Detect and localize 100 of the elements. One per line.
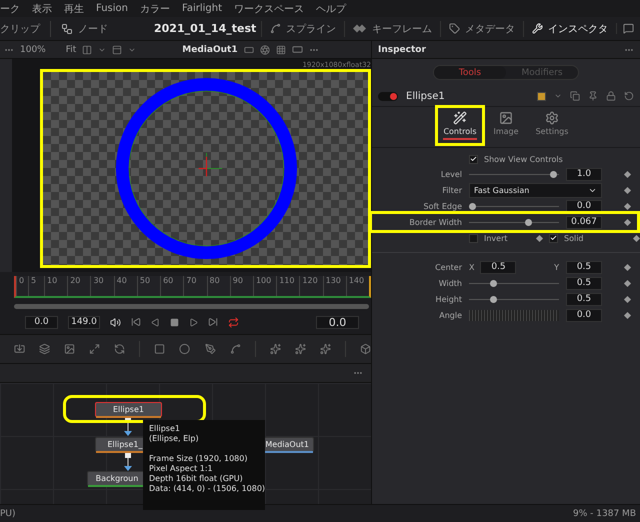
check-icon xyxy=(550,234,557,242)
value-field[interactable]: 0.5 xyxy=(566,292,602,306)
menu-item[interactable]: Fusion xyxy=(96,3,128,14)
reset-icon xyxy=(624,91,634,101)
menu-item[interactable]: Fairlight xyxy=(182,3,222,14)
menu-item[interactable]: カラー xyxy=(140,2,170,16)
node-graph-icon xyxy=(61,22,73,34)
tick-label: 20 xyxy=(67,276,90,296)
menu-item[interactable]: 再生 xyxy=(64,2,84,16)
fit-dropdown[interactable]: Fit xyxy=(66,44,76,54)
import-icon xyxy=(14,343,26,355)
tool-toggle[interactable] xyxy=(378,92,398,100)
memory-usage: 9% - 1387 MB xyxy=(573,508,636,518)
settings-icon xyxy=(545,111,559,125)
tick-label: 70 xyxy=(183,276,207,296)
rectangle-icon xyxy=(292,44,303,55)
inspector-tab[interactable]: Tools xyxy=(434,66,506,79)
wand-icon xyxy=(453,111,467,125)
tick-label: 80 xyxy=(206,276,230,296)
scrollbar[interactable] xyxy=(14,304,369,308)
filter-dropdown[interactable]: Fast Gaussian xyxy=(469,182,602,198)
split-view-icon xyxy=(82,44,92,54)
chevron-down-icon xyxy=(554,92,562,100)
layers-icon xyxy=(39,343,50,355)
panel-button[interactable]: スプライン xyxy=(261,20,344,36)
skip-back-icon xyxy=(131,317,141,327)
menu-item[interactable]: ワークスペース xyxy=(234,2,304,16)
parameter-label: Width xyxy=(438,278,462,288)
tick-label: 60 xyxy=(160,276,184,296)
play-icon xyxy=(189,318,198,326)
tick-label: 40 xyxy=(114,276,137,296)
image-icon xyxy=(64,343,76,355)
clip-tab[interactable]: クリップ xyxy=(0,22,40,36)
color-swatch[interactable] xyxy=(537,92,546,100)
tick-label: 90 xyxy=(230,276,253,296)
panel-button[interactable]: メタデータ xyxy=(440,20,523,36)
node-tab[interactable]: ノード xyxy=(78,22,108,36)
tooltip-line: Data: (414, 0) - (1506, 1080) xyxy=(149,484,266,493)
panel-icon xyxy=(112,44,122,54)
menu-item[interactable]: ヘルプ xyxy=(316,2,346,16)
start-field[interactable]: 0.0 xyxy=(25,316,58,328)
parameter-label: Center xyxy=(434,262,462,272)
keyframe-icon[interactable] xyxy=(535,234,543,242)
value-field[interactable]: 1.0 xyxy=(566,168,602,180)
value-field[interactable]: 0.5 xyxy=(566,260,602,274)
slider-thumb[interactable] xyxy=(524,218,532,226)
tick-label: 0 xyxy=(16,276,28,296)
loop-icon xyxy=(228,316,239,328)
sparkles-icon xyxy=(270,343,281,355)
menu-item[interactable]: 表示 xyxy=(32,2,52,16)
tick-label: 100 xyxy=(252,276,276,296)
copy-icon xyxy=(570,91,580,101)
panel-title: Inspector xyxy=(378,44,426,54)
parameter-label: Height xyxy=(434,294,462,304)
checkbox[interactable] xyxy=(549,234,558,242)
end-field[interactable]: 149.0 xyxy=(68,316,100,328)
section-tab[interactable]: Controls xyxy=(439,109,481,142)
slider-thumb[interactable] xyxy=(490,280,497,286)
resize-icon xyxy=(89,343,100,355)
section-tab[interactable]: Image xyxy=(485,109,527,142)
play-reverse-icon xyxy=(151,318,160,326)
section-tab[interactable]: Settings xyxy=(531,109,573,142)
value-field[interactable]: 0.5 xyxy=(566,276,602,290)
rectangle-icon xyxy=(244,44,254,54)
value-field[interactable]: 0.067 xyxy=(566,216,602,228)
slider-thumb[interactable] xyxy=(469,202,476,210)
diamonds-icon xyxy=(353,24,367,33)
volume-icon xyxy=(110,316,121,328)
skip-forward-icon xyxy=(208,317,218,327)
timeline-ruler[interactable]: 0 5 10 20 30 40 50 60 70 80 90 100 110 120 130 140 xyxy=(14,276,371,298)
current-frame-field[interactable]: 0.0 xyxy=(316,316,359,328)
slider-thumb[interactable] xyxy=(550,170,556,178)
checkbox-label: Invert xyxy=(484,234,508,242)
checkbox[interactable] xyxy=(469,154,478,164)
pen-icon xyxy=(204,343,216,355)
tick-label: 140 xyxy=(346,276,370,296)
panel-button[interactable]: キーフレーム xyxy=(344,20,440,36)
tooltip-line: Depth 16bit float (GPU) xyxy=(149,474,243,483)
viewer-node-name: MediaOut1 xyxy=(182,44,238,54)
zoom-dropdown[interactable]: 100% xyxy=(20,44,46,54)
spline-icon xyxy=(270,23,281,34)
value-field[interactable]: 0.5 xyxy=(480,260,516,274)
tick-label: 50 xyxy=(136,276,160,296)
checkbox[interactable] xyxy=(469,234,478,242)
node[interactable]: Ellipse1 xyxy=(95,402,162,417)
sparkles-icon xyxy=(320,343,331,355)
stop-icon xyxy=(170,318,179,326)
checkbox-label: Show View Controls xyxy=(484,154,563,164)
lock-icon xyxy=(606,91,616,101)
tick-label: 110 xyxy=(276,276,300,296)
menu-item[interactable]: ーク xyxy=(0,2,20,16)
value-field[interactable]: 0.0 xyxy=(566,308,602,322)
slider-thumb[interactable] xyxy=(490,296,497,302)
square-icon xyxy=(154,343,166,355)
value-field[interactable]: 0.0 xyxy=(566,200,602,212)
panel-button[interactable]: インスペクタ xyxy=(523,20,616,36)
aperture-icon xyxy=(260,44,270,54)
tick-label: 120 xyxy=(299,276,323,296)
axis-label: Y xyxy=(554,262,559,272)
spline-icon xyxy=(230,343,241,355)
